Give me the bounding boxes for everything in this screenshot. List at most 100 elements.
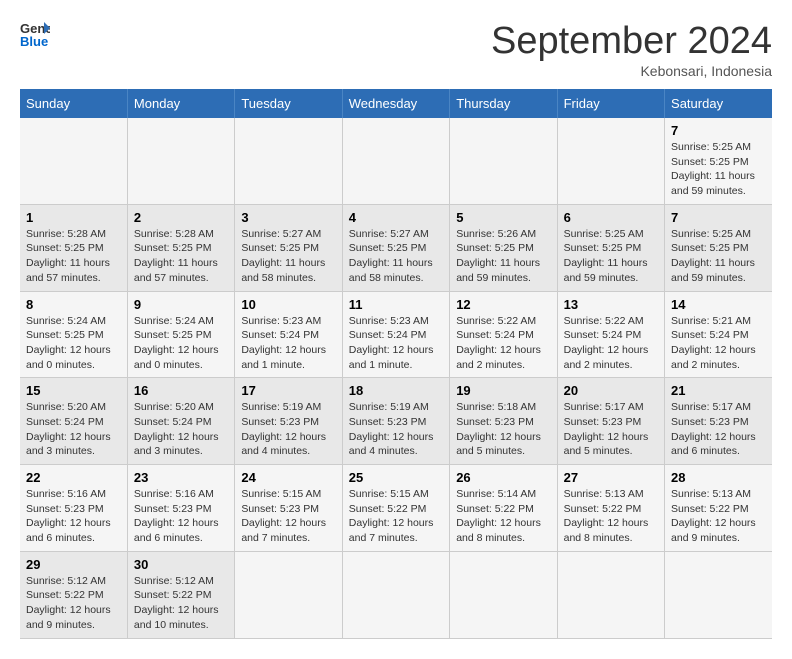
- day-info: Sunrise: 5:12 AM Sunset: 5:22 PM Dayligh…: [26, 574, 121, 633]
- day-info: Sunrise: 5:16 AM Sunset: 5:23 PM Dayligh…: [26, 487, 121, 546]
- table-row: [557, 118, 664, 204]
- day-number: 28: [671, 470, 766, 485]
- page-header: General Blue September 2024 Kebonsari, I…: [20, 20, 772, 79]
- table-row: 11 Sunrise: 5:23 AM Sunset: 5:24 PM Dayl…: [342, 291, 449, 378]
- table-row: 30 Sunrise: 5:12 AM Sunset: 5:22 PM Dayl…: [127, 551, 234, 638]
- day-number: 25: [349, 470, 443, 485]
- col-thursday: Thursday: [450, 89, 557, 118]
- table-row: 10 Sunrise: 5:23 AM Sunset: 5:24 PM Dayl…: [235, 291, 342, 378]
- day-number: 7: [671, 210, 766, 225]
- table-row: 22 Sunrise: 5:16 AM Sunset: 5:23 PM Dayl…: [20, 465, 127, 552]
- day-info: Sunrise: 5:27 AM Sunset: 5:25 PM Dayligh…: [241, 227, 335, 286]
- day-info: Sunrise: 5:27 AM Sunset: 5:25 PM Dayligh…: [349, 227, 443, 286]
- table-row: [235, 551, 342, 638]
- day-info: Sunrise: 5:24 AM Sunset: 5:25 PM Dayligh…: [26, 314, 121, 373]
- calendar-week-row: 22 Sunrise: 5:16 AM Sunset: 5:23 PM Dayl…: [20, 465, 772, 552]
- day-info: Sunrise: 5:25 AM Sunset: 5:25 PM Dayligh…: [671, 227, 766, 286]
- day-info: Sunrise: 5:26 AM Sunset: 5:25 PM Dayligh…: [456, 227, 550, 286]
- logo: General Blue: [20, 20, 50, 48]
- day-number: 16: [134, 383, 228, 398]
- table-row: 24 Sunrise: 5:15 AM Sunset: 5:23 PM Dayl…: [235, 465, 342, 552]
- table-row: 28 Sunrise: 5:13 AM Sunset: 5:22 PM Dayl…: [665, 465, 772, 552]
- calendar-week-row: 1 Sunrise: 5:28 AM Sunset: 5:25 PM Dayli…: [20, 204, 772, 291]
- col-sunday: Sunday: [20, 89, 127, 118]
- table-row: [342, 118, 449, 204]
- day-info: Sunrise: 5:17 AM Sunset: 5:23 PM Dayligh…: [671, 400, 766, 459]
- day-number: 23: [134, 470, 228, 485]
- day-info: Sunrise: 5:23 AM Sunset: 5:24 PM Dayligh…: [241, 314, 335, 373]
- day-number: 13: [564, 297, 658, 312]
- day-number: 18: [349, 383, 443, 398]
- day-info: Sunrise: 5:17 AM Sunset: 5:23 PM Dayligh…: [564, 400, 658, 459]
- col-saturday: Saturday: [665, 89, 772, 118]
- day-info: Sunrise: 5:25 AM Sunset: 5:25 PM Dayligh…: [671, 140, 766, 199]
- calendar-header-row: Sunday Monday Tuesday Wednesday Thursday…: [20, 89, 772, 118]
- day-info: Sunrise: 5:21 AM Sunset: 5:24 PM Dayligh…: [671, 314, 766, 373]
- table-row: 7 Sunrise: 5:25 AM Sunset: 5:25 PM Dayli…: [665, 204, 772, 291]
- location: Kebonsari, Indonesia: [491, 63, 772, 79]
- table-row: 26 Sunrise: 5:14 AM Sunset: 5:22 PM Dayl…: [450, 465, 557, 552]
- day-info: Sunrise: 5:28 AM Sunset: 5:25 PM Dayligh…: [26, 227, 121, 286]
- day-number: 4: [349, 210, 443, 225]
- calendar-week-row: 7 Sunrise: 5:25 AM Sunset: 5:25 PM Dayli…: [20, 118, 772, 204]
- day-number: 22: [26, 470, 121, 485]
- table-row: [20, 118, 127, 204]
- day-info: Sunrise: 5:22 AM Sunset: 5:24 PM Dayligh…: [564, 314, 658, 373]
- table-row: 1 Sunrise: 5:28 AM Sunset: 5:25 PM Dayli…: [20, 204, 127, 291]
- day-info: Sunrise: 5:14 AM Sunset: 5:22 PM Dayligh…: [456, 487, 550, 546]
- day-number: 10: [241, 297, 335, 312]
- day-info: Sunrise: 5:19 AM Sunset: 5:23 PM Dayligh…: [349, 400, 443, 459]
- col-tuesday: Tuesday: [235, 89, 342, 118]
- table-row: 19 Sunrise: 5:18 AM Sunset: 5:23 PM Dayl…: [450, 378, 557, 465]
- table-row: 8 Sunrise: 5:24 AM Sunset: 5:25 PM Dayli…: [20, 291, 127, 378]
- logo-icon: General Blue: [20, 20, 50, 48]
- table-row: 18 Sunrise: 5:19 AM Sunset: 5:23 PM Dayl…: [342, 378, 449, 465]
- table-row: [450, 551, 557, 638]
- table-row: 12 Sunrise: 5:22 AM Sunset: 5:24 PM Dayl…: [450, 291, 557, 378]
- col-wednesday: Wednesday: [342, 89, 449, 118]
- day-number: 12: [456, 297, 550, 312]
- table-row: 6 Sunrise: 5:25 AM Sunset: 5:25 PM Dayli…: [557, 204, 664, 291]
- day-number: 5: [456, 210, 550, 225]
- month-title: September 2024: [491, 20, 772, 63]
- day-info: Sunrise: 5:13 AM Sunset: 5:22 PM Dayligh…: [564, 487, 658, 546]
- day-number: 17: [241, 383, 335, 398]
- table-row: [235, 118, 342, 204]
- day-number: 11: [349, 297, 443, 312]
- day-info: Sunrise: 5:18 AM Sunset: 5:23 PM Dayligh…: [456, 400, 550, 459]
- day-info: Sunrise: 5:23 AM Sunset: 5:24 PM Dayligh…: [349, 314, 443, 373]
- day-number: 15: [26, 383, 121, 398]
- day-number: 30: [134, 557, 228, 572]
- table-row: 27 Sunrise: 5:13 AM Sunset: 5:22 PM Dayl…: [557, 465, 664, 552]
- table-row: 16 Sunrise: 5:20 AM Sunset: 5:24 PM Dayl…: [127, 378, 234, 465]
- table-row: 2 Sunrise: 5:28 AM Sunset: 5:25 PM Dayli…: [127, 204, 234, 291]
- day-number: 3: [241, 210, 335, 225]
- day-number: 26: [456, 470, 550, 485]
- table-row: 23 Sunrise: 5:16 AM Sunset: 5:23 PM Dayl…: [127, 465, 234, 552]
- table-row: 9 Sunrise: 5:24 AM Sunset: 5:25 PM Dayli…: [127, 291, 234, 378]
- table-row: [557, 551, 664, 638]
- calendar-week-row: 15 Sunrise: 5:20 AM Sunset: 5:24 PM Dayl…: [20, 378, 772, 465]
- table-row: [665, 551, 772, 638]
- day-number: 20: [564, 383, 658, 398]
- day-number: 9: [134, 297, 228, 312]
- day-info: Sunrise: 5:15 AM Sunset: 5:23 PM Dayligh…: [241, 487, 335, 546]
- svg-text:Blue: Blue: [20, 34, 48, 48]
- table-row: 5 Sunrise: 5:26 AM Sunset: 5:25 PM Dayli…: [450, 204, 557, 291]
- day-number: 24: [241, 470, 335, 485]
- day-info: Sunrise: 5:20 AM Sunset: 5:24 PM Dayligh…: [26, 400, 121, 459]
- table-row: 21 Sunrise: 5:17 AM Sunset: 5:23 PM Dayl…: [665, 378, 772, 465]
- title-section: September 2024 Kebonsari, Indonesia: [491, 20, 772, 79]
- day-number: 7: [671, 123, 766, 138]
- day-number: 29: [26, 557, 121, 572]
- day-info: Sunrise: 5:28 AM Sunset: 5:25 PM Dayligh…: [134, 227, 228, 286]
- col-friday: Friday: [557, 89, 664, 118]
- day-number: 8: [26, 297, 121, 312]
- day-info: Sunrise: 5:20 AM Sunset: 5:24 PM Dayligh…: [134, 400, 228, 459]
- day-number: 2: [134, 210, 228, 225]
- day-info: Sunrise: 5:25 AM Sunset: 5:25 PM Dayligh…: [564, 227, 658, 286]
- day-info: Sunrise: 5:22 AM Sunset: 5:24 PM Dayligh…: [456, 314, 550, 373]
- day-number: 19: [456, 383, 550, 398]
- table-row: 13 Sunrise: 5:22 AM Sunset: 5:24 PM Dayl…: [557, 291, 664, 378]
- table-row: [342, 551, 449, 638]
